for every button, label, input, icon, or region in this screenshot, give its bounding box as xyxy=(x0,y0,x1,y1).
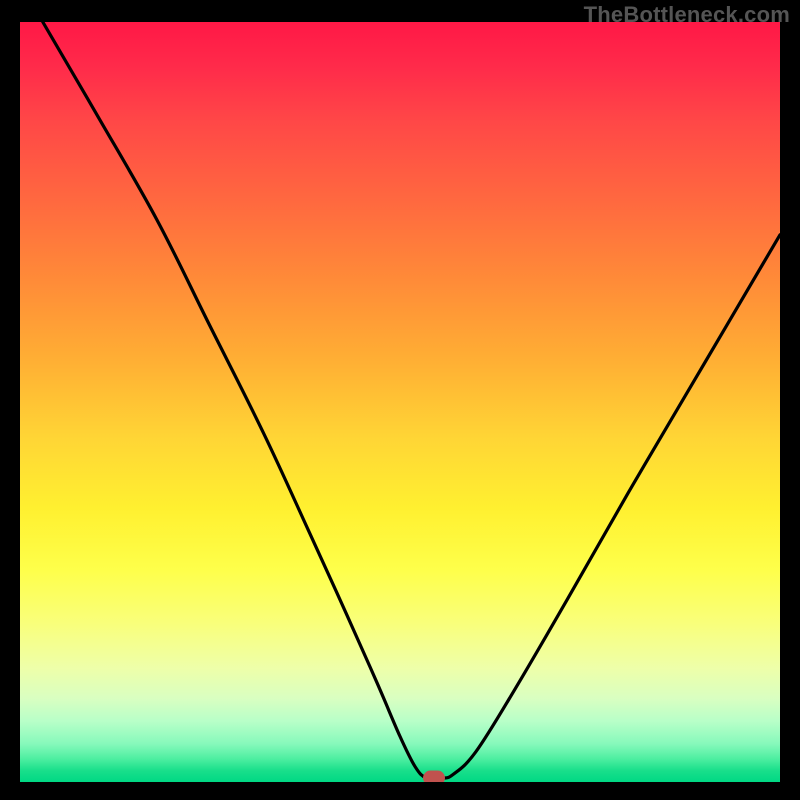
plot-area xyxy=(20,22,780,782)
optimal-point-marker xyxy=(423,771,445,782)
bottleneck-curve xyxy=(43,22,780,779)
chart-frame: TheBottleneck.com xyxy=(0,0,800,800)
watermark-text: TheBottleneck.com xyxy=(584,2,790,28)
curve-svg xyxy=(20,22,780,782)
